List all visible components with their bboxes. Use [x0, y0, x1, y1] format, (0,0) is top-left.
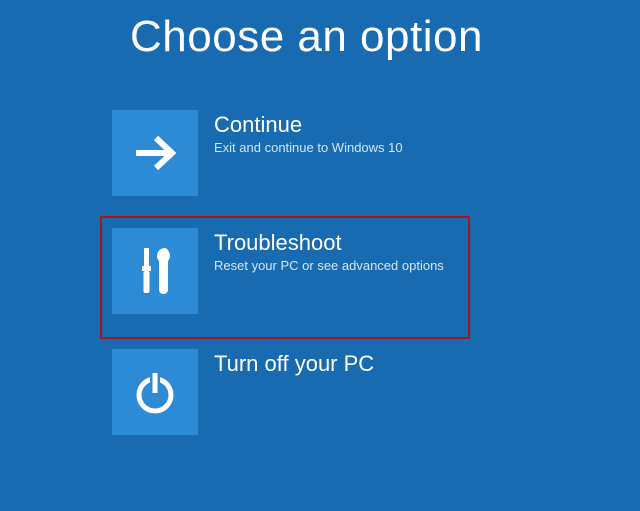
- option-title: Troubleshoot: [214, 230, 444, 256]
- option-text: Troubleshoot Reset your PC or see advanc…: [198, 228, 444, 275]
- options-list: Continue Exit and continue to Windows 10…: [112, 110, 482, 455]
- option-desc: Reset your PC or see advanced options: [214, 258, 444, 275]
- tile-turnoff: [112, 349, 198, 435]
- option-text: Turn off your PC: [198, 349, 374, 379]
- option-continue[interactable]: Continue Exit and continue to Windows 10: [112, 110, 482, 196]
- tile-continue: [112, 110, 198, 196]
- tile-troubleshoot: [112, 228, 198, 314]
- page-title: Choose an option: [130, 12, 483, 62]
- tools-icon: [130, 242, 180, 300]
- option-troubleshoot[interactable]: Troubleshoot Reset your PC or see advanc…: [100, 216, 470, 339]
- option-desc: Exit and continue to Windows 10: [214, 140, 403, 157]
- option-turnoff[interactable]: Turn off your PC: [112, 349, 482, 435]
- option-text: Continue Exit and continue to Windows 10: [198, 110, 403, 157]
- option-title: Turn off your PC: [214, 351, 374, 377]
- power-icon: [130, 367, 180, 417]
- option-title: Continue: [214, 112, 403, 138]
- arrow-right-icon: [130, 128, 180, 178]
